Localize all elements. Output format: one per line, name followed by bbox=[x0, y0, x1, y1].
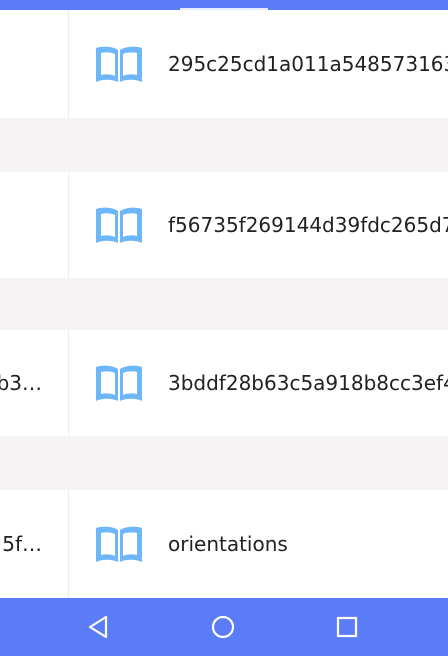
book-open-icon bbox=[96, 207, 142, 243]
list-item-title: orientations bbox=[168, 532, 288, 556]
book-open-icon bbox=[96, 46, 142, 82]
list-item-left-cell: 5f… bbox=[0, 490, 69, 598]
list-item-left-text: 5f… bbox=[2, 532, 42, 556]
recents-square-icon[interactable] bbox=[332, 612, 362, 642]
list-item-title: f56735f269144d39fdc265d7 bbox=[168, 213, 448, 237]
list-item[interactable]: b3… 3bddf28b63c5a918b8cc3ef4 bbox=[0, 330, 448, 436]
list-item[interactable]: f56735f269144d39fdc265d7 bbox=[0, 172, 448, 278]
book-list: 295c25cd1a011a548573163 f56735f269144d39… bbox=[0, 10, 448, 598]
screen: 295c25cd1a011a548573163 f56735f269144d39… bbox=[0, 0, 448, 656]
list-item-title: 3bddf28b63c5a918b8cc3ef4 bbox=[168, 371, 448, 395]
book-open-icon bbox=[96, 365, 142, 401]
list-item-left-cell: b3… bbox=[0, 330, 69, 436]
tab-bar bbox=[0, 0, 448, 10]
back-triangle-icon[interactable] bbox=[84, 612, 114, 642]
home-circle-icon[interactable] bbox=[208, 612, 238, 642]
list-item-title: 295c25cd1a011a548573163 bbox=[168, 52, 448, 76]
book-open-icon bbox=[96, 526, 142, 562]
list-item-left-text: b3… bbox=[0, 371, 42, 395]
list-item[interactable]: 5f… orientations bbox=[0, 490, 448, 598]
system-nav-bar bbox=[0, 598, 448, 656]
list-item-left-cell bbox=[0, 10, 69, 118]
list-item-left-cell bbox=[0, 172, 69, 278]
list-item[interactable]: 295c25cd1a011a548573163 bbox=[0, 10, 448, 118]
